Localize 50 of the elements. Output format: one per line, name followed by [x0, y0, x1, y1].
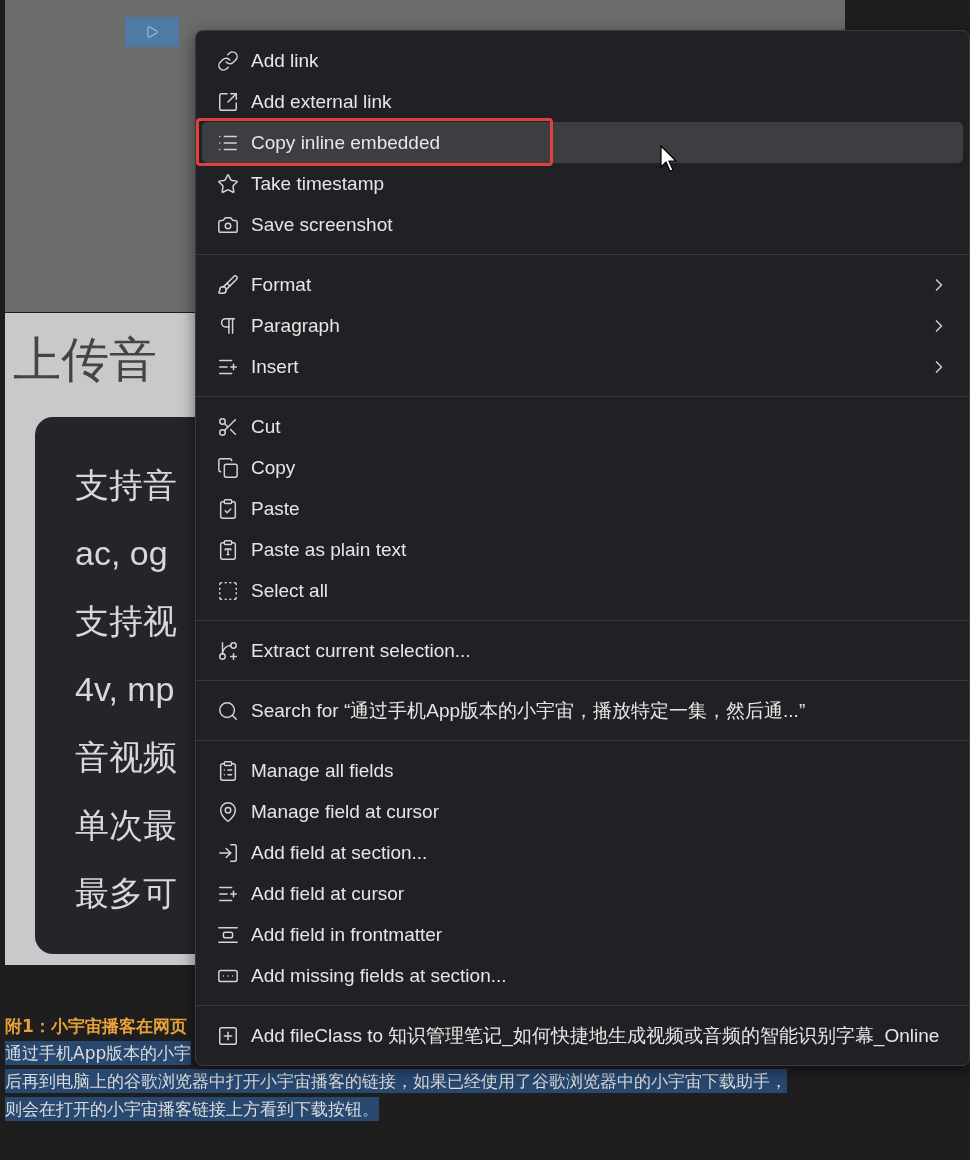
card-text: ac, og [75, 533, 168, 574]
menu-item[interactable]: Save screenshot [202, 204, 963, 245]
note-text: 后再到电脑上的谷歌浏览器中打开小宇宙播客的链接，如果已经使用了谷歌浏览器中的小宇宙下载助手， [5, 1069, 787, 1093]
card-text: 支持音 [75, 465, 177, 506]
plus-square-icon [217, 1024, 239, 1047]
external-link-icon [217, 90, 239, 113]
menu-item[interactable]: Add field in frontmatter [202, 914, 963, 955]
clipboard-check-icon [217, 497, 239, 520]
play-icon [145, 25, 159, 39]
link-icon [217, 49, 239, 72]
menu-item[interactable]: Select all [202, 570, 963, 611]
image-title: 上传音 [13, 331, 157, 387]
copy-icon [217, 456, 239, 479]
menu-item[interactable]: Format [202, 264, 963, 305]
star-icon [217, 172, 239, 195]
clipboard-list-icon [217, 759, 239, 782]
map-pin-icon [217, 800, 239, 823]
menu-item[interactable]: Take timestamp [202, 163, 963, 204]
note-text: 通过手机App版本的小宇 [5, 1041, 192, 1065]
card-text: 音视频 [75, 737, 177, 778]
arrow-into-icon [217, 841, 239, 864]
card-text: 4v, mp [75, 669, 175, 710]
menu-item[interactable]: Add missing fields at section... [202, 955, 963, 996]
note-heading: 附1：小宇宙播客在网页 [5, 1015, 187, 1037]
menu-item[interactable]: Add link [202, 40, 963, 81]
menu-item[interactable]: Extract current selection... [202, 630, 963, 671]
menu-item[interactable]: Paste as plain text [202, 529, 963, 570]
cursor-icon [660, 145, 678, 173]
menu-item[interactable]: Search for “通过手机App版本的小宇宙，播放特定一集，然后通...” [202, 690, 963, 731]
menu-item[interactable]: Add external link [202, 81, 963, 122]
menu-item[interactable]: Manage field at cursor [202, 791, 963, 832]
card-text: 最多可 [75, 873, 177, 914]
dashed-square-icon [217, 579, 239, 602]
note-text: 则会在打开的小宇宙播客链接上方看到下载按钮。 [5, 1097, 379, 1121]
menu-item[interactable]: Paste [202, 488, 963, 529]
menu-item[interactable]: Paragraph [202, 305, 963, 346]
menu-item[interactable]: Add field at cursor [202, 873, 963, 914]
brush-icon [217, 273, 239, 296]
menu-item[interactable]: Add fileClass to 知识管理笔记_如何快捷地生成视频或音频的智能识别字幕_Online [202, 1015, 963, 1056]
branch-plus-icon [217, 639, 239, 662]
scissors-icon [217, 415, 239, 438]
search-icon [217, 699, 239, 722]
menu-item[interactable]: Manage all fields [202, 750, 963, 791]
menu-item[interactable]: Cut [202, 406, 963, 447]
card-text: 单次最 [75, 805, 177, 846]
menu-item[interactable]: Insert [202, 346, 963, 387]
clipboard-text-icon [217, 538, 239, 561]
menu-item[interactable]: Copy [202, 447, 963, 488]
menu-item[interactable]: Add field at section... [202, 832, 963, 873]
card-text: 支持视 [75, 601, 177, 642]
